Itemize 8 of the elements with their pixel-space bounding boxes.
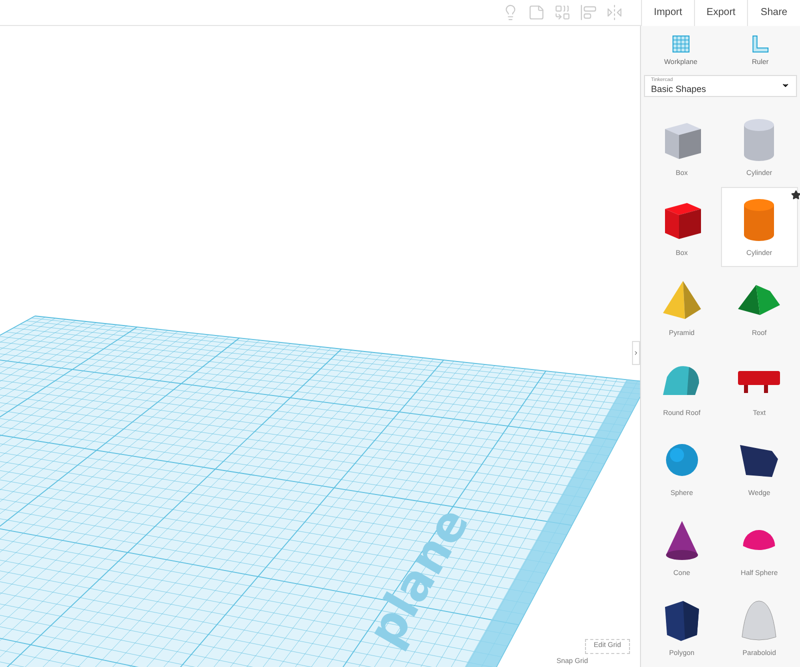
toolbar-button[interactable]: Export [694,0,747,26]
panel-collapse-button[interactable] [632,341,640,365]
grid-icon [670,34,691,54]
toolbar-button[interactable]: Import [641,0,694,26]
toolbar-button[interactable]: Share [747,0,800,26]
favorite-star-icon [791,190,800,200]
ruler-icon [750,34,770,54]
chevron-icon [633,348,639,358]
